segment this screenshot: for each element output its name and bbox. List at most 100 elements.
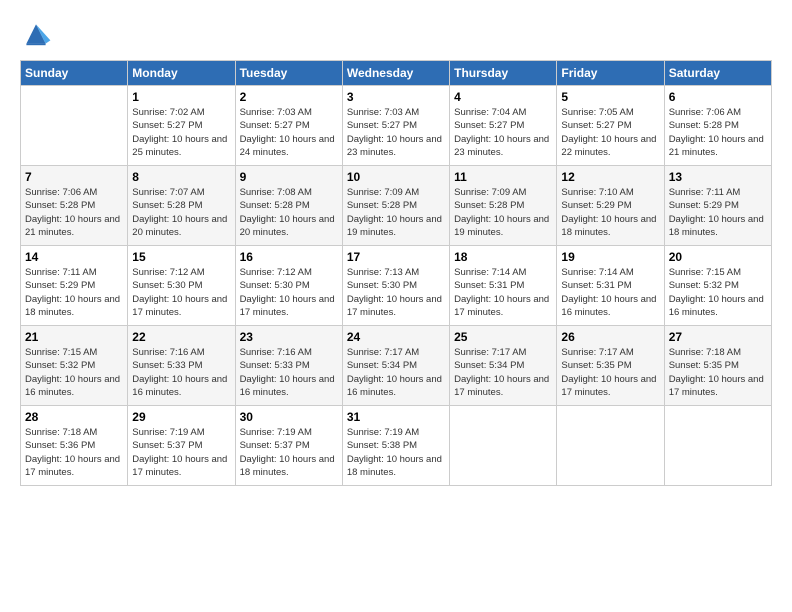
calendar-day-cell: 31 Sunrise: 7:19 AMSunset: 5:38 PMDayligh… xyxy=(342,406,449,486)
day-number: 2 xyxy=(240,90,338,104)
calendar-day-cell: 4 Sunrise: 7:04 AMSunset: 5:27 PMDaylight… xyxy=(450,86,557,166)
day-header-tuesday: Tuesday xyxy=(235,61,342,86)
day-info: Sunrise: 7:14 AMSunset: 5:31 PMDaylight:… xyxy=(561,266,659,319)
day-number: 6 xyxy=(669,90,767,104)
day-info: Sunrise: 7:11 AMSunset: 5:29 PMDaylight:… xyxy=(25,266,123,319)
day-info: Sunrise: 7:11 AMSunset: 5:29 PMDaylight:… xyxy=(669,186,767,239)
day-info: Sunrise: 7:12 AMSunset: 5:30 PMDaylight:… xyxy=(240,266,338,319)
day-number: 8 xyxy=(132,170,230,184)
calendar-day-cell: 8 Sunrise: 7:07 AMSunset: 5:28 PMDaylight… xyxy=(128,166,235,246)
day-number: 7 xyxy=(25,170,123,184)
calendar-day-cell: 3Sunrise: 7:03 AMSunset: 5:27 PMDaylight… xyxy=(342,86,449,166)
page-container: SundayMondayTuesdayWednesdayThursdayFrid… xyxy=(0,0,792,496)
day-number: 28 xyxy=(25,410,123,424)
day-info: Sunrise: 7:18 AMSunset: 5:35 PMDaylight:… xyxy=(669,346,767,399)
calendar-day-cell: 13 Sunrise: 7:11 AMSunset: 5:29 PMDayligh… xyxy=(664,166,771,246)
day-info: Sunrise: 7:14 AMSunset: 5:31 PMDaylight:… xyxy=(454,266,552,319)
calendar-week-row: 1 Sunrise: 7:02 AMSunset: 5:27 PMDaylight… xyxy=(21,86,772,166)
calendar-table: SundayMondayTuesdayWednesdayThursdayFrid… xyxy=(20,60,772,486)
day-info: Sunrise: 7:18 AMSunset: 5:36 PMDaylight:… xyxy=(25,426,123,479)
calendar-day-cell: 17 Sunrise: 7:13 AMSunset: 5:30 PMDayligh… xyxy=(342,246,449,326)
day-info: Sunrise: 7:06 AMSunset: 5:28 PMDaylight:… xyxy=(25,186,123,239)
header xyxy=(20,18,772,50)
calendar-day-cell: 25 Sunrise: 7:17 AMSunset: 5:34 PMDayligh… xyxy=(450,326,557,406)
day-number: 26 xyxy=(561,330,659,344)
calendar-day-cell: 23 Sunrise: 7:16 AMSunset: 5:33 PMDayligh… xyxy=(235,326,342,406)
calendar-day-cell: 24 Sunrise: 7:17 AMSunset: 5:34 PMDayligh… xyxy=(342,326,449,406)
logo-icon xyxy=(20,18,52,50)
calendar-week-row: 14 Sunrise: 7:11 AMSunset: 5:29 PMDayligh… xyxy=(21,246,772,326)
day-number: 11 xyxy=(454,170,552,184)
day-number: 23 xyxy=(240,330,338,344)
calendar-day-cell xyxy=(21,86,128,166)
calendar-day-cell: 30 Sunrise: 7:19 AMSunset: 5:37 PMDayligh… xyxy=(235,406,342,486)
day-number: 4 xyxy=(454,90,552,104)
day-number: 14 xyxy=(25,250,123,264)
calendar-day-cell: 21Sunrise: 7:15 AMSunset: 5:32 PMDayligh… xyxy=(21,326,128,406)
day-header-sunday: Sunday xyxy=(21,61,128,86)
day-number: 29 xyxy=(132,410,230,424)
day-info: Sunrise: 7:19 AMSunset: 5:37 PMDaylight:… xyxy=(132,426,230,479)
day-number: 1 xyxy=(132,90,230,104)
day-number: 24 xyxy=(347,330,445,344)
calendar-day-cell: 22Sunrise: 7:16 AMSunset: 5:33 PMDayligh… xyxy=(128,326,235,406)
day-info: Sunrise: 7:09 AMSunset: 5:28 PMDaylight:… xyxy=(454,186,552,239)
calendar-day-cell: 5Sunrise: 7:05 AMSunset: 5:27 PMDaylight… xyxy=(557,86,664,166)
day-info: Sunrise: 7:05 AMSunset: 5:27 PMDaylight:… xyxy=(561,106,659,159)
day-info: Sunrise: 7:17 AMSunset: 5:34 PMDaylight:… xyxy=(454,346,552,399)
day-info: Sunrise: 7:03 AMSunset: 5:27 PMDaylight:… xyxy=(347,106,445,159)
day-info: Sunrise: 7:17 AMSunset: 5:34 PMDaylight:… xyxy=(347,346,445,399)
day-number: 19 xyxy=(561,250,659,264)
day-info: Sunrise: 7:02 AMSunset: 5:27 PMDaylight:… xyxy=(132,106,230,159)
day-header-wednesday: Wednesday xyxy=(342,61,449,86)
day-number: 21 xyxy=(25,330,123,344)
calendar-day-cell: 7 Sunrise: 7:06 AMSunset: 5:28 PMDaylight… xyxy=(21,166,128,246)
calendar-day-cell: 26 Sunrise: 7:17 AMSunset: 5:35 PMDayligh… xyxy=(557,326,664,406)
day-header-thursday: Thursday xyxy=(450,61,557,86)
calendar-day-cell: 1 Sunrise: 7:02 AMSunset: 5:27 PMDaylight… xyxy=(128,86,235,166)
day-info: Sunrise: 7:17 AMSunset: 5:35 PMDaylight:… xyxy=(561,346,659,399)
calendar-day-cell: 10Sunrise: 7:09 AMSunset: 5:28 PMDayligh… xyxy=(342,166,449,246)
day-number: 15 xyxy=(132,250,230,264)
day-number: 20 xyxy=(669,250,767,264)
calendar-day-cell: 15Sunrise: 7:12 AMSunset: 5:30 PMDayligh… xyxy=(128,246,235,326)
calendar-day-cell: 12 Sunrise: 7:10 AMSunset: 5:29 PMDayligh… xyxy=(557,166,664,246)
calendar-day-cell xyxy=(450,406,557,486)
day-number: 25 xyxy=(454,330,552,344)
day-info: Sunrise: 7:16 AMSunset: 5:33 PMDaylight:… xyxy=(240,346,338,399)
calendar-day-cell: 20Sunrise: 7:15 AMSunset: 5:32 PMDayligh… xyxy=(664,246,771,326)
day-info: Sunrise: 7:08 AMSunset: 5:28 PMDaylight:… xyxy=(240,186,338,239)
day-header-saturday: Saturday xyxy=(664,61,771,86)
day-info: Sunrise: 7:03 AMSunset: 5:27 PMDaylight:… xyxy=(240,106,338,159)
calendar-day-cell: 14 Sunrise: 7:11 AMSunset: 5:29 PMDayligh… xyxy=(21,246,128,326)
calendar-day-cell: 11 Sunrise: 7:09 AMSunset: 5:28 PMDayligh… xyxy=(450,166,557,246)
day-number: 13 xyxy=(669,170,767,184)
day-header-friday: Friday xyxy=(557,61,664,86)
day-info: Sunrise: 7:04 AMSunset: 5:27 PMDaylight:… xyxy=(454,106,552,159)
calendar-day-cell: 28 Sunrise: 7:18 AMSunset: 5:36 PMDayligh… xyxy=(21,406,128,486)
day-number: 18 xyxy=(454,250,552,264)
calendar-day-cell xyxy=(664,406,771,486)
day-info: Sunrise: 7:09 AMSunset: 5:28 PMDaylight:… xyxy=(347,186,445,239)
day-number: 17 xyxy=(347,250,445,264)
calendar-day-cell: 19 Sunrise: 7:14 AMSunset: 5:31 PMDayligh… xyxy=(557,246,664,326)
day-number: 16 xyxy=(240,250,338,264)
day-number: 12 xyxy=(561,170,659,184)
day-number: 30 xyxy=(240,410,338,424)
day-header-monday: Monday xyxy=(128,61,235,86)
calendar-day-cell: 6Sunrise: 7:06 AMSunset: 5:28 PMDaylight… xyxy=(664,86,771,166)
calendar-header-row: SundayMondayTuesdayWednesdayThursdayFrid… xyxy=(21,61,772,86)
calendar-day-cell: 18 Sunrise: 7:14 AMSunset: 5:31 PMDayligh… xyxy=(450,246,557,326)
day-info: Sunrise: 7:13 AMSunset: 5:30 PMDaylight:… xyxy=(347,266,445,319)
day-number: 31 xyxy=(347,410,445,424)
day-number: 9 xyxy=(240,170,338,184)
calendar-day-cell: 2 Sunrise: 7:03 AMSunset: 5:27 PMDaylight… xyxy=(235,86,342,166)
day-info: Sunrise: 7:19 AMSunset: 5:37 PMDaylight:… xyxy=(240,426,338,479)
day-info: Sunrise: 7:19 AMSunset: 5:38 PMDaylight:… xyxy=(347,426,445,479)
day-info: Sunrise: 7:07 AMSunset: 5:28 PMDaylight:… xyxy=(132,186,230,239)
calendar-week-row: 21Sunrise: 7:15 AMSunset: 5:32 PMDayligh… xyxy=(21,326,772,406)
day-info: Sunrise: 7:10 AMSunset: 5:29 PMDaylight:… xyxy=(561,186,659,239)
day-info: Sunrise: 7:16 AMSunset: 5:33 PMDaylight:… xyxy=(132,346,230,399)
calendar-day-cell: 27Sunrise: 7:18 AMSunset: 5:35 PMDayligh… xyxy=(664,326,771,406)
calendar-day-cell: 9 Sunrise: 7:08 AMSunset: 5:28 PMDaylight… xyxy=(235,166,342,246)
